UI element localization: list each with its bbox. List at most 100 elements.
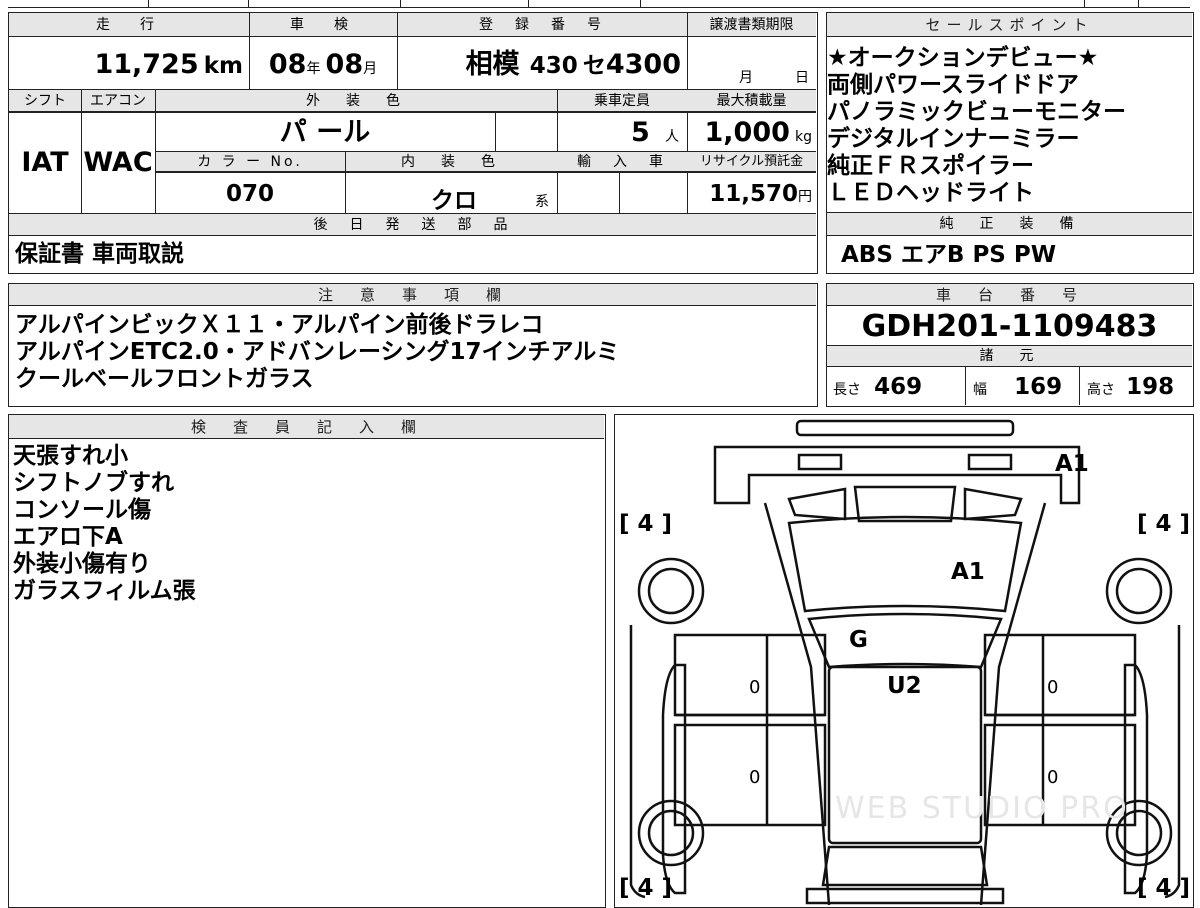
exterior-color-value: パ ール xyxy=(279,117,371,148)
factory-equipment-header: 純 正 装 備 xyxy=(939,216,1080,232)
height-value: 198 xyxy=(1126,374,1175,400)
spec-length: 長さ 469 xyxy=(833,374,963,400)
notes-list: アルパインビックＸ１１・アルパイン前後ドラレコ アルパインETC2.0・アドバン… xyxy=(15,312,619,393)
later-parts-header: 後 日 発 送 部 品 xyxy=(313,217,512,233)
width-label: 幅 xyxy=(973,382,987,398)
interior-color-cell: クロ 系 xyxy=(345,173,557,214)
shift-value: IAT xyxy=(21,147,69,178)
aircon-cell: WAC xyxy=(81,113,155,213)
car-body-outline xyxy=(629,419,1181,905)
max-load-unit: kg xyxy=(795,129,812,145)
inspection-cell: 08年 08月 xyxy=(249,37,397,89)
chassis-panel: 車 台 番 号 GDH201-1109483 諸 元 長さ 469 幅 169 … xyxy=(826,283,1194,407)
deadline-month-label: 月 xyxy=(739,70,753,86)
recycle-unit: 円 xyxy=(798,189,812,205)
notes-header: 注 意 事 項 欄 xyxy=(9,284,816,306)
height-label: 高さ xyxy=(1087,382,1115,398)
shift-cell: IAT xyxy=(9,113,81,213)
interior-color-suffix: 系 xyxy=(535,194,549,210)
mileage-header: 走 行 xyxy=(96,17,162,33)
note-item: クールベールフロントガラス xyxy=(15,366,314,392)
exterior-color-cell: パ ール xyxy=(155,113,495,151)
recycle-value: 11,570 xyxy=(709,181,798,207)
aircon-value: WAC xyxy=(83,147,153,178)
inspector-note-item: 外装小傷有り xyxy=(13,551,151,577)
inspector-note-item: コンソール傷 xyxy=(13,497,151,523)
plate-number: 4300 xyxy=(605,49,681,80)
length-label: 長さ xyxy=(833,382,861,398)
color-no-cell: 070 xyxy=(155,173,345,213)
transfer-deadline-header: 譲渡書類期限 xyxy=(709,17,794,33)
inspector-note-item: ガラスフィルム張 xyxy=(13,578,196,604)
watermark: WEB STUDIO PRO xyxy=(835,791,1129,826)
tire-label-front-left: [ 4 ] xyxy=(619,511,673,537)
color-no-value: 070 xyxy=(225,181,274,207)
mark-windshield: G xyxy=(849,627,868,653)
note-item: アルパインETC2.0・アドバンレーシング17インチアルミ xyxy=(15,339,620,365)
vehicle-condition-diagram: [ 4 ] [ 4 ] [ 4 ] [ 4 ] A1 A1 G U2 0 0 0… xyxy=(614,414,1194,908)
mark-right-front-door: 0 xyxy=(1047,677,1059,698)
deadline-cell: 月 日 xyxy=(687,37,816,89)
sales-points-header: セールスポイント xyxy=(827,13,1192,37)
notes-panel: 注 意 事 項 欄 アルパインビックＸ１１・アルパイン前後ドラレコ アルパインE… xyxy=(8,283,818,407)
width-value: 169 xyxy=(1014,374,1063,400)
length-value: 469 xyxy=(874,374,923,400)
capacity-unit: 人 xyxy=(665,129,679,145)
chassis-number-value: GDH201-1109483 xyxy=(861,309,1158,344)
color-no-header: カ ラ ー No. xyxy=(197,154,303,170)
max-load-cell: 1,000 kg xyxy=(687,113,816,151)
max-load-header: 最大積載量 xyxy=(716,93,787,109)
mark-left-rear-door: 0 xyxy=(749,767,761,788)
mark-front-bumper: A1 xyxy=(1055,451,1089,477)
capacity-cell: 5 人 xyxy=(557,113,687,151)
inspector-note-item: シフトノブすれ xyxy=(13,470,174,496)
mileage-value: 11,725 xyxy=(94,49,199,80)
plate-region: 相模 xyxy=(465,49,520,80)
spec-height: 高さ 198 xyxy=(1087,374,1191,400)
sales-point-item: デジタルインナーミラー xyxy=(827,126,1080,152)
mark-roof: U2 xyxy=(887,673,922,699)
month-label: 月 xyxy=(363,61,378,77)
import-header: 輸 入 車 xyxy=(577,154,667,170)
note-item: アルパインビックＸ１１・アルパイン前後ドラレコ xyxy=(15,312,544,338)
max-load-value: 1,000 xyxy=(704,117,790,148)
interior-color-header: 内 装 色 xyxy=(401,154,501,170)
inspection-month: 08 xyxy=(325,49,364,80)
inspector-note-item: 天張すれ小 xyxy=(13,443,128,469)
top-clipped-row xyxy=(8,0,1190,8)
registration-header: 登 録 番 号 xyxy=(479,17,605,33)
mark-right-rear-door: 0 xyxy=(1047,767,1059,788)
sales-points-panel: セールスポイント ★オークションデビュー★ 両側パワースライドドア パノラミック… xyxy=(826,12,1194,274)
recycle-cell: 11,570円 xyxy=(687,173,816,213)
recycle-header: リサイクル預託金 xyxy=(699,154,804,169)
inspection-header: 車 検 xyxy=(290,17,356,33)
mark-hood: A1 xyxy=(951,559,985,585)
tire-label-rear-right: [ 4 ] xyxy=(1137,875,1191,901)
factory-equipment-value: ABS エアB PS PW xyxy=(841,242,1057,268)
shift-header: シフト xyxy=(24,93,66,109)
later-parts-value: 保証書 車両取説 xyxy=(15,241,185,267)
inspector-notes-list: 天張すれ小 シフトノブすれ コンソール傷 エアロ下A 外装小傷有り ガラスフィル… xyxy=(13,443,196,605)
specs-header: 諸 元 xyxy=(979,348,1040,364)
sales-point-item: 両側パワースライドドア xyxy=(827,72,1079,98)
inspector-panel: 検 査 員 記 入 欄 天張すれ小 シフトノブすれ コンソール傷 エアロ下A 外… xyxy=(8,414,606,908)
chassis-number-header: 車 台 番 号 xyxy=(827,284,1192,306)
registration-cell: 相模 430 セ4300 xyxy=(397,37,687,89)
aircon-header: エアコン xyxy=(90,93,146,109)
mark-left-front-door: 0 xyxy=(749,677,761,698)
sales-points-list: ★オークションデビュー★ 両側パワースライドドア パノラミックビューモニター デ… xyxy=(827,45,1192,207)
mileage-cell: 11,725 km xyxy=(9,37,249,89)
capacity-value: 5 xyxy=(630,117,650,148)
interior-color-value: クロ xyxy=(431,188,477,214)
sales-point-item: パノラミックビューモニター xyxy=(827,99,1126,125)
inspection-year: 08 xyxy=(268,49,307,80)
plate-class: 430 xyxy=(529,53,578,79)
mileage-unit: km xyxy=(203,53,243,79)
inspector-note-item: エアロ下A xyxy=(13,524,123,550)
deadline-day-label: 日 xyxy=(795,70,809,86)
inspector-header: 検 査 員 記 入 欄 xyxy=(9,415,604,439)
spec-width: 幅 169 xyxy=(973,374,1077,400)
tire-label-rear-left: [ 4 ] xyxy=(619,875,673,901)
year-label: 年 xyxy=(306,61,321,77)
tire-label-front-right: [ 4 ] xyxy=(1137,511,1191,537)
